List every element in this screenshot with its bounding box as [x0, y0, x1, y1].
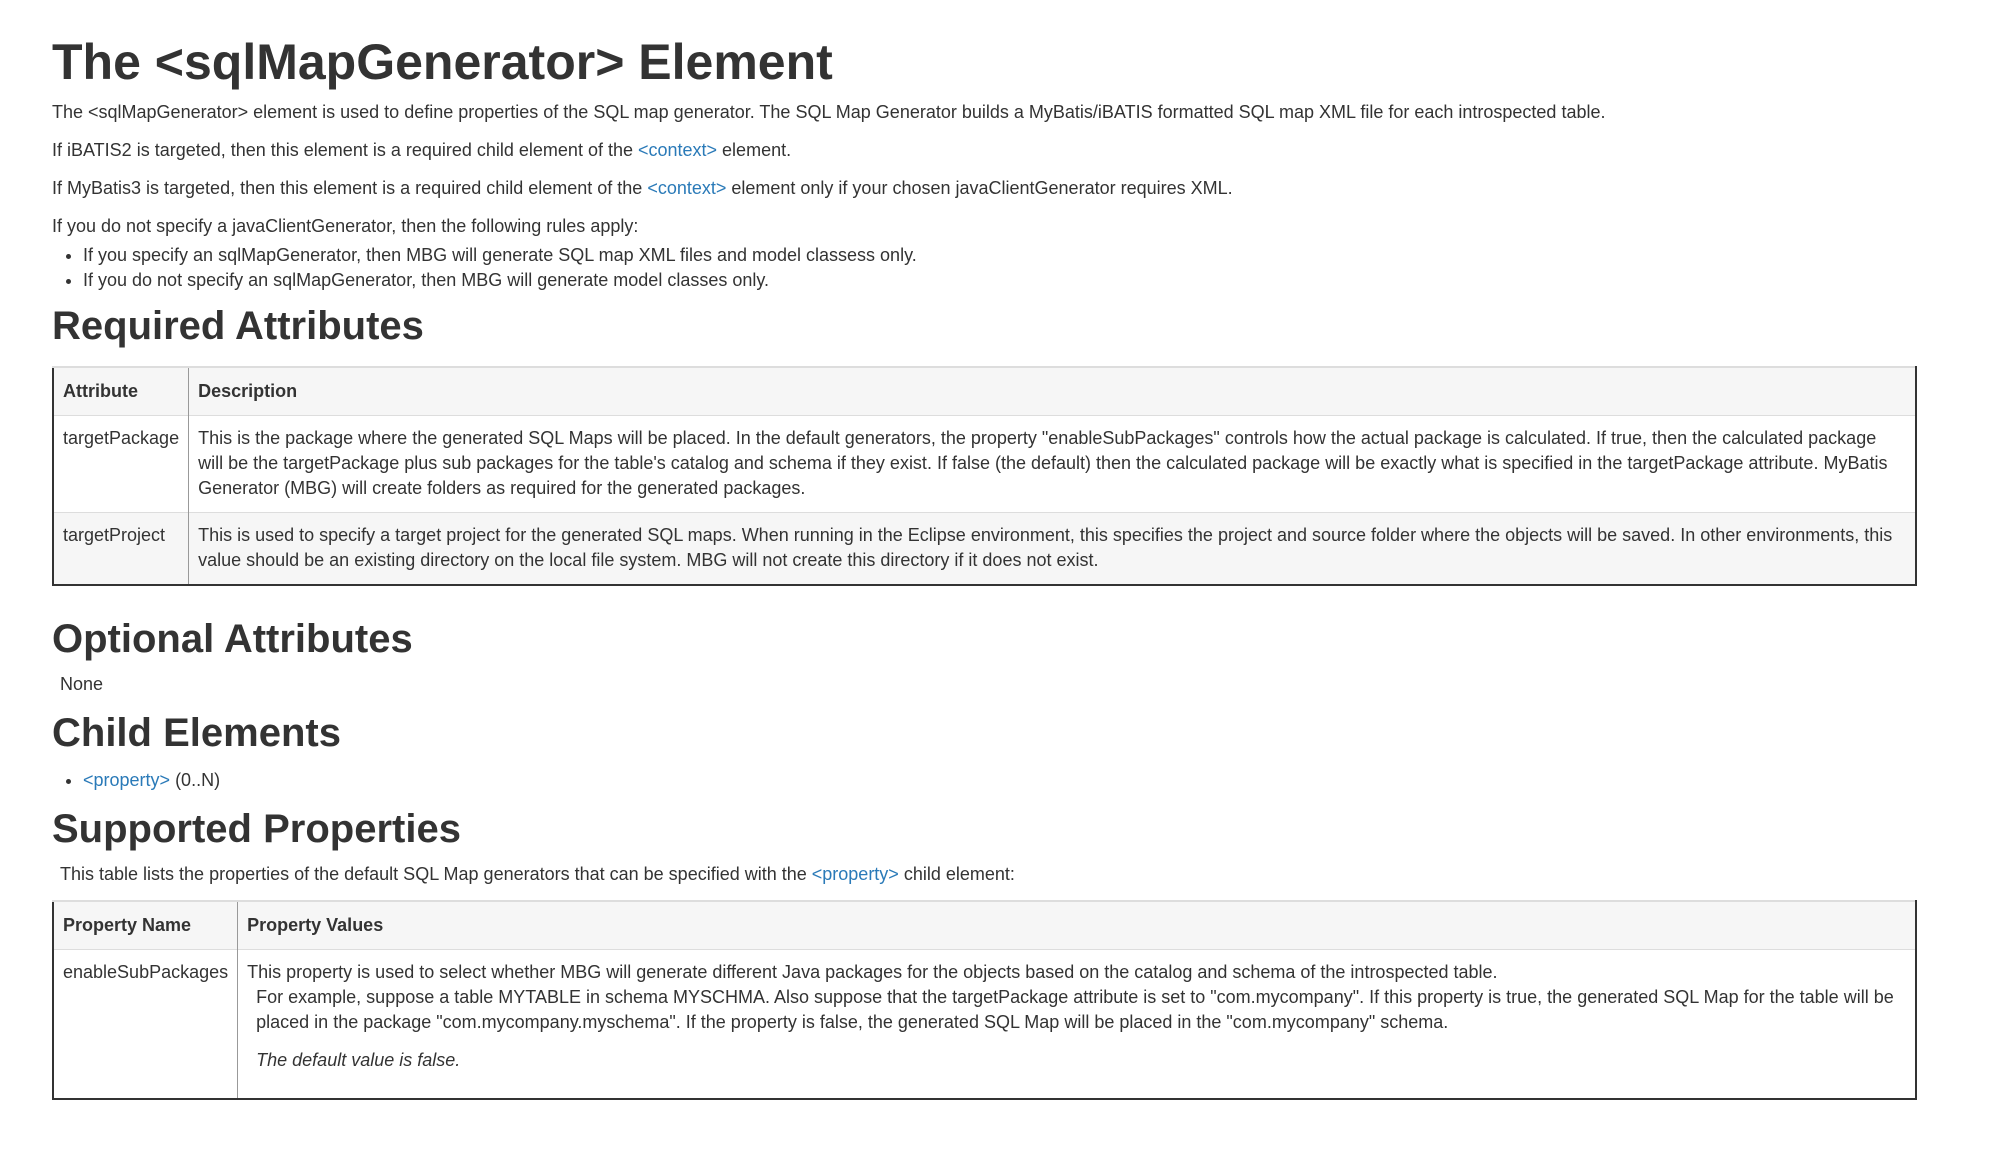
optional-attributes-none: None — [60, 674, 104, 694]
supported-properties-heading: Supported Properties — [52, 807, 461, 851]
list-item: If you specify an sqlMapGenerator, then … — [83, 243, 1916, 268]
attribute-name: targetProject — [53, 512, 190, 585]
list-item: <property> (0..N) — [83, 768, 1916, 793]
attribute-description: This is the package where the generated … — [188, 415, 1916, 513]
column-header-attribute: Attribute — [53, 366, 190, 416]
context-link[interactable]: <context> — [638, 140, 717, 160]
mybatis3-text-after: element only if your chosen javaClientGe… — [726, 178, 1233, 198]
document-page: The <sqlMapGenerator> Element The <sqlMa… — [0, 33, 1997, 1100]
mybatis3-text-before: If MyBatis3 is targeted, then this eleme… — [52, 178, 648, 198]
mybatis3-paragraph: If MyBatis3 is targeted, then this eleme… — [52, 176, 1916, 201]
property-link[interactable]: <property> — [83, 770, 170, 790]
child-elements-list: <property> (0..N) — [52, 768, 1916, 793]
list-item: If you do not specify an sqlMapGenerator… — [83, 268, 1916, 293]
property-link[interactable]: <property> — [812, 864, 899, 884]
ibatis2-text-before: If iBATIS2 is targeted, then this elemen… — [52, 140, 638, 160]
ibatis2-paragraph: If iBATIS2 is targeted, then this elemen… — [52, 138, 1916, 163]
table-row: enableSubPackages This property is used … — [53, 949, 1916, 1099]
property-values: This property is used to select whether … — [237, 949, 1916, 1099]
child-elements-heading: Child Elements — [52, 711, 341, 755]
property-default-note: The default value is false. — [256, 1050, 461, 1070]
attribute-description: This is used to specify a target project… — [188, 512, 1916, 585]
table-row: targetPackage This is the package where … — [53, 415, 1916, 513]
supported-properties-intro: This table lists the properties of the d… — [52, 862, 1916, 887]
property-example: For example, suppose a table MYTABLE in … — [256, 987, 1894, 1032]
column-header-property-values: Property Values — [237, 900, 1916, 950]
context-link[interactable]: <context> — [647, 178, 726, 198]
property-description: This property is used to select whether … — [247, 962, 1498, 982]
table-header-row: Attribute Description — [53, 366, 1916, 416]
rules-list: If you specify an sqlMapGenerator, then … — [52, 243, 1916, 293]
page-title: The <sqlMapGenerator> Element — [52, 34, 833, 90]
property-name: enableSubPackages — [53, 949, 239, 1099]
cardinality: (0..N) — [170, 770, 221, 790]
column-header-property-name: Property Name — [53, 900, 239, 950]
rules-intro-paragraph: If you do not specify a javaClientGenera… — [52, 216, 639, 236]
intro-paragraph: The <sqlMapGenerator> element is used to… — [52, 102, 1606, 122]
supported-properties-table: Property Name Property Values enableSubP… — [52, 900, 1917, 1100]
intro-text-before: This table lists the properties of the d… — [60, 864, 812, 884]
optional-attributes-heading: Optional Attributes — [52, 617, 413, 661]
required-attributes-heading: Required Attributes — [52, 304, 424, 348]
table-header-row: Property Name Property Values — [53, 900, 1916, 950]
attribute-name: targetPackage — [53, 415, 190, 513]
table-row: targetProject This is used to specify a … — [53, 512, 1916, 585]
ibatis2-text-after: element. — [717, 140, 792, 160]
intro-text-after: child element: — [898, 864, 1015, 884]
required-attributes-table: Attribute Description targetPackage This… — [52, 366, 1917, 586]
column-header-description: Description — [188, 366, 1916, 416]
